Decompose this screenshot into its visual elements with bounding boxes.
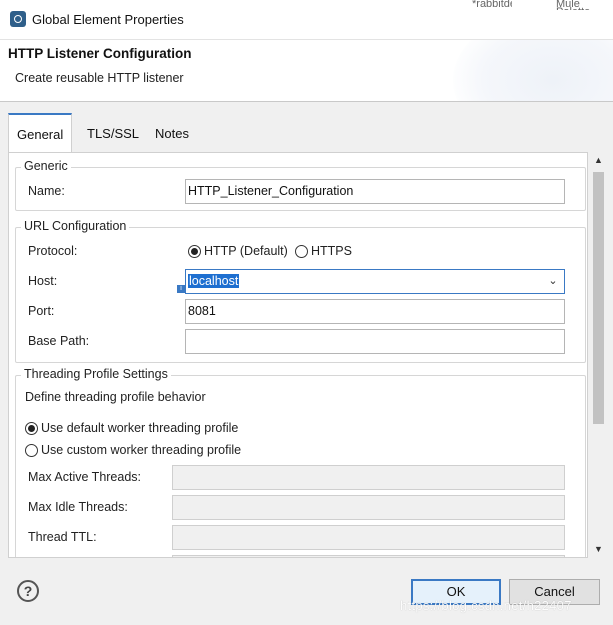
max-active-threads-label: Max Active Threads: [28, 470, 142, 484]
chevron-down-icon[interactable]: ⌄ [546, 273, 560, 289]
info-icon: i [177, 285, 185, 293]
scroll-thumb[interactable] [593, 172, 604, 424]
window-title: Global Element Properties [32, 12, 184, 27]
watermark-text: https://blog.csdn.net/h22407 [400, 598, 572, 613]
tab-bar: General TLS/SSL Notes [8, 112, 606, 153]
host-label: Host: [28, 274, 58, 288]
max-active-threads-input [172, 465, 565, 490]
group-threading-profile: Threading Profile Settings Define thread… [15, 367, 586, 557]
dialog-footer: ? OK Cancel https://blog.csdn.net/h22407 [0, 562, 613, 625]
max-idle-threads-label: Max Idle Threads: [28, 500, 128, 514]
scroll-down-icon[interactable]: ▼ [590, 541, 607, 558]
custom-threading-label[interactable]: Use custom worker threading profile [41, 443, 241, 457]
max-idle-threads-input [172, 495, 565, 520]
app-icon [10, 11, 26, 27]
banner-title: HTTP Listener Configuration [8, 46, 192, 61]
group-url-configuration: URL Configuration Protocol: HTTP (Defaul… [15, 219, 586, 363]
help-icon[interactable]: ? [17, 580, 39, 602]
base-path-label: Base Path: [28, 334, 90, 348]
custom-threading-radio[interactable] [25, 444, 38, 457]
banner-decoration [453, 40, 613, 101]
dialog-content: General TLS/SSL Notes Generic Name: HTTP… [4, 104, 610, 558]
group-generic: Generic Name: HTTP_Listener_Configuratio… [15, 159, 586, 211]
name-label: Name: [28, 184, 65, 198]
tab-panel-general: Generic Name: HTTP_Listener_Configuratio… [8, 152, 588, 558]
protocol-https-radio[interactable] [295, 245, 308, 258]
base-path-input[interactable] [185, 329, 565, 354]
banner-subtitle: Create reusable HTTP listener [15, 71, 184, 85]
dialog-banner: HTTP Listener Configuration Create reusa… [0, 40, 613, 102]
group-threading-title: Threading Profile Settings [21, 367, 171, 381]
thread-ttl-label: Thread TTL: [28, 530, 97, 544]
thread-ttl-input [172, 525, 565, 550]
group-generic-title: Generic [21, 159, 71, 173]
protocol-https-label[interactable]: HTTPS [311, 244, 352, 258]
port-label: Port: [28, 304, 55, 318]
port-input[interactable]: 8081 [185, 299, 565, 324]
name-input[interactable]: HTTP_Listener_Configuration [185, 179, 565, 204]
next-threading-input [172, 555, 565, 557]
background-tab-rabbitdemo[interactable]: *rabbitdemo [472, 0, 512, 10]
group-url-title: URL Configuration [21, 219, 130, 233]
default-threading-radio[interactable] [25, 422, 38, 435]
threading-description: Define threading profile behavior [25, 390, 206, 404]
protocol-http-label[interactable]: HTTP (Default) [204, 244, 288, 258]
vertical-scrollbar[interactable]: ▲ ▼ [590, 152, 607, 558]
background-tab-mule-palette[interactable]: Mule Palette [556, 0, 613, 10]
host-value: localhost [188, 274, 240, 288]
tab-tls-ssl[interactable]: TLS/SSL [79, 117, 147, 151]
protocol-http-radio[interactable] [188, 245, 201, 258]
scroll-up-icon[interactable]: ▲ [590, 152, 607, 169]
default-threading-label[interactable]: Use default worker threading profile [41, 421, 238, 435]
window-titlebar: Global Element Properties *rabbitdemo Mu… [0, 0, 613, 40]
tab-notes[interactable]: Notes [147, 117, 197, 151]
protocol-label: Protocol: [28, 244, 78, 258]
host-combo[interactable]: localhost ⌄ [185, 269, 565, 294]
tab-general[interactable]: General [8, 113, 73, 153]
